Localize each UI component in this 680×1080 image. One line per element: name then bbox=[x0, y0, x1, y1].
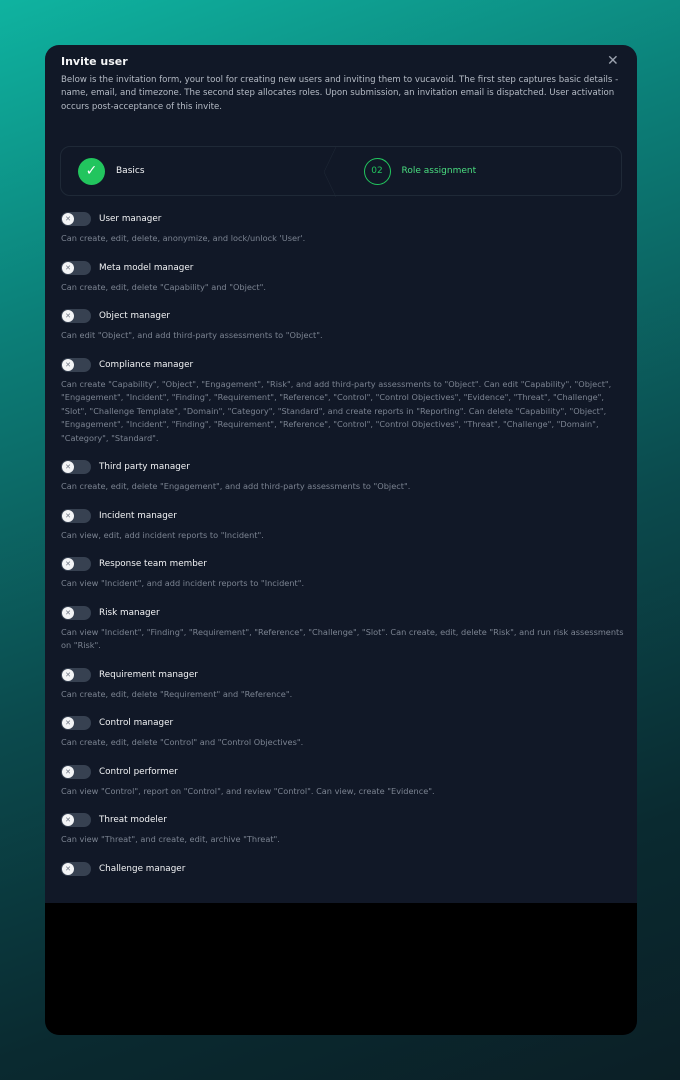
role-description: Can view "Threat", and create, edit, arc… bbox=[61, 834, 280, 844]
x-icon: ✕ bbox=[62, 558, 74, 570]
role-description: Can create "Capability", "Object", "Enga… bbox=[61, 378, 612, 443]
role-description: Can view "Control", report on "Control",… bbox=[61, 785, 435, 796]
role-name: Object manager bbox=[99, 311, 170, 321]
intro-text: Below is the invitation form, your tool … bbox=[61, 75, 619, 112]
role-name: Compliance manager bbox=[99, 359, 194, 370]
role-description: Can create, edit, delete "Capability" an… bbox=[61, 281, 267, 292]
role-header: ✕ Compliance manager bbox=[61, 357, 625, 373]
role-list: ✕ User manager Can create, edit, delete, a… bbox=[61, 211, 625, 903]
role-header: ✕ Incident manager bbox=[61, 508, 625, 524]
role-item: ✕ User manager Can create, edit, delete, a… bbox=[61, 211, 625, 246]
step-basics[interactable]: ✓ Basics bbox=[61, 147, 336, 197]
role-toggle[interactable]: ✕ bbox=[61, 813, 91, 827]
role-description: Can create, edit, delete "Engagement", a… bbox=[61, 481, 411, 491]
role-name: Challenge manager bbox=[99, 863, 186, 874]
role-name: Control performer bbox=[99, 766, 178, 777]
role-name: Incident manager bbox=[99, 510, 177, 521]
x-icon: ✕ bbox=[62, 358, 74, 371]
role-item: ✕ Object manager Can edit "Object", and ad… bbox=[61, 308, 625, 343]
role-toggle[interactable]: ✕ bbox=[61, 716, 91, 730]
x-icon: ✕ bbox=[62, 261, 74, 274]
role-item: ✕ Requirement manager Can create, edit, de… bbox=[61, 667, 625, 702]
x-icon: ✕ bbox=[62, 461, 74, 473]
role-toggle[interactable]: ✕ bbox=[61, 260, 91, 275]
step-label: Basics bbox=[116, 166, 145, 176]
stepper: ✓ Basics 02 Role assignment bbox=[60, 146, 622, 197]
x-icon: ✕ bbox=[62, 310, 74, 322]
role-description: Can create, edit, delete "Control" and "… bbox=[61, 737, 304, 747]
role-toggle[interactable]: ✕ bbox=[61, 508, 91, 523]
close-icon[interactable]: ✕ bbox=[607, 54, 621, 68]
role-toggle[interactable]: ✕ bbox=[61, 861, 91, 876]
x-icon: ✕ bbox=[62, 814, 74, 826]
role-description: Can create, edit, delete "Requirement" a… bbox=[61, 688, 293, 699]
role-description: Can view "Incident", and add incident re… bbox=[61, 578, 305, 588]
role-item: ✕ Threat modeler Can view "Threat", and cr… bbox=[61, 812, 625, 847]
role-name: Requirement manager bbox=[99, 669, 198, 680]
role-header: ✕ Risk manager bbox=[61, 605, 625, 621]
role-item: ✕ Challenge manager bbox=[61, 861, 625, 877]
role-item: ✕ Compliance manager Can create "Capabilit… bbox=[61, 357, 625, 446]
role-header: ✕ Third party manager bbox=[61, 459, 625, 475]
role-description: Can view "Incident", "Finding", "Require… bbox=[61, 626, 624, 651]
role-name: Threat modeler bbox=[99, 815, 167, 825]
role-header: ✕ Object manager bbox=[61, 308, 625, 324]
step-label: Role assignment bbox=[401, 166, 477, 176]
role-name: Control manager bbox=[99, 718, 174, 728]
role-item: ✕ Third party manager Can create, edit, de… bbox=[61, 459, 625, 494]
x-icon: ✕ bbox=[62, 668, 74, 681]
role-item: ✕ Meta model manager Can create, edit, del… bbox=[61, 260, 625, 295]
step-role-assignment[interactable]: 02 Role assignment bbox=[336, 147, 622, 195]
x-icon: ✕ bbox=[62, 509, 74, 522]
check-icon: ✓ bbox=[78, 157, 105, 185]
x-icon: ✕ bbox=[62, 213, 74, 225]
role-toggle[interactable]: ✕ bbox=[61, 357, 91, 372]
role-header: ✕ Response team member bbox=[61, 556, 625, 572]
x-icon: ✕ bbox=[62, 606, 74, 619]
role-header: ✕ Control manager bbox=[61, 715, 625, 731]
role-name: User manager bbox=[99, 214, 162, 224]
role-toggle[interactable]: ✕ bbox=[61, 309, 91, 323]
role-item: ✕ Response team member Can view "Incident"… bbox=[61, 556, 625, 591]
role-toggle[interactable]: ✕ bbox=[61, 212, 91, 226]
role-name: Response team member bbox=[99, 559, 207, 569]
invite-user-modal: Invite user ✕ Below is the invitation fo… bbox=[45, 45, 637, 1035]
blank-area bbox=[45, 903, 637, 1035]
role-item: ✕ Control performer Can view "Control", re… bbox=[61, 764, 625, 799]
role-header: ✕ Challenge manager bbox=[61, 861, 625, 877]
role-item: ✕ Control manager Can create, edit, delete… bbox=[61, 715, 625, 750]
role-description: Can edit "Object", and add third-party a… bbox=[61, 330, 323, 340]
role-name: Meta model manager bbox=[99, 262, 194, 273]
role-description: Can view, edit, add incident reports to … bbox=[61, 529, 264, 540]
x-icon: ✕ bbox=[62, 765, 74, 778]
modal-title: Invite user bbox=[61, 55, 128, 68]
role-toggle[interactable]: ✕ bbox=[61, 605, 91, 620]
role-header: ✕ Control performer bbox=[61, 764, 625, 780]
role-toggle[interactable]: ✕ bbox=[61, 764, 91, 779]
role-name: Third party manager bbox=[99, 462, 190, 472]
role-toggle[interactable]: ✕ bbox=[61, 460, 91, 474]
role-item: ✕ Incident manager Can view, edit, add inc… bbox=[61, 508, 625, 543]
step-number: 02 bbox=[363, 157, 391, 185]
role-header: ✕ Meta model manager bbox=[61, 260, 625, 276]
role-description: Can create, edit, delete, anonymize, and… bbox=[61, 233, 306, 243]
role-header: ✕ Requirement manager bbox=[61, 667, 625, 683]
role-toggle[interactable]: ✕ bbox=[61, 557, 91, 571]
role-name: Risk manager bbox=[99, 607, 160, 618]
role-header: ✕ Threat modeler bbox=[61, 812, 625, 828]
role-item: ✕ Risk manager Can view "Incident", "Findi… bbox=[61, 605, 625, 653]
role-header: ✕ User manager bbox=[61, 211, 625, 227]
x-icon: ✕ bbox=[62, 717, 74, 729]
x-icon: ✕ bbox=[62, 862, 74, 875]
role-toggle[interactable]: ✕ bbox=[61, 667, 91, 682]
